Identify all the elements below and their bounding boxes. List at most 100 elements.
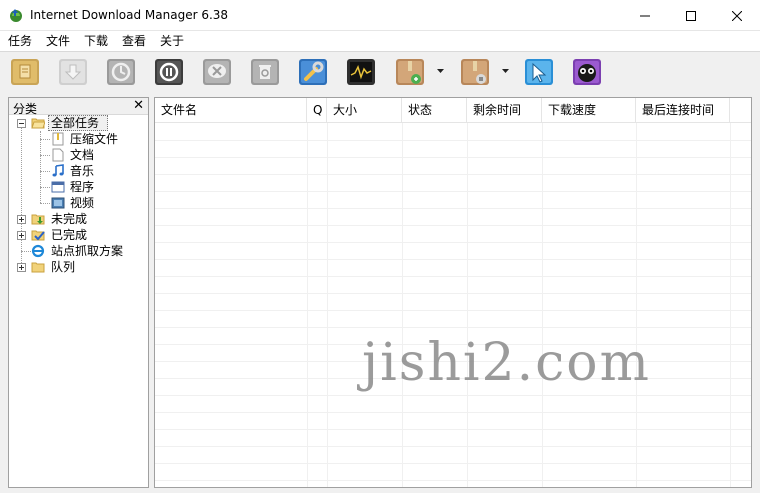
- watermark-text: jishi2.com: [362, 333, 651, 393]
- grid-line: [467, 123, 468, 487]
- grid-line: [155, 327, 751, 328]
- tree-item-music[interactable]: 音乐: [9, 163, 148, 179]
- column-last-connection[interactable]: 最后连接时间: [636, 98, 730, 123]
- tell-friend-button[interactable]: [571, 55, 603, 87]
- resume-icon: [59, 59, 87, 85]
- window-title: Internet Download Manager 6.38: [30, 8, 229, 22]
- column-filename[interactable]: 文件名: [155, 98, 307, 123]
- maximize-button[interactable]: [668, 0, 714, 31]
- stop-queue-dropdown-icon[interactable]: [502, 69, 509, 74]
- options-icon: [299, 59, 327, 85]
- delete-completed-icon: [251, 59, 279, 85]
- close-button[interactable]: [714, 0, 760, 31]
- tree-item-queues[interactable]: 队列: [9, 259, 148, 275]
- stop-icon: [107, 59, 135, 85]
- resume-button[interactable]: [57, 55, 89, 87]
- document-icon: [51, 148, 65, 162]
- expand-toggle[interactable]: [17, 231, 26, 240]
- column-size[interactable]: 大小: [327, 98, 402, 123]
- tree-label-documents: 文档: [70, 148, 95, 162]
- grid-line: [155, 480, 751, 481]
- grid-line: [155, 174, 751, 175]
- grid-line: [155, 463, 751, 464]
- grabber-button[interactable]: [523, 55, 555, 87]
- grid-line: [155, 310, 751, 311]
- delete-button[interactable]: [201, 55, 233, 87]
- minimize-button[interactable]: [622, 0, 668, 31]
- tree-item-all[interactable]: 全部任务: [9, 115, 148, 131]
- tell-friend-icon: [573, 59, 601, 85]
- close-icon: [732, 10, 742, 21]
- finished-folder-icon: [31, 228, 45, 242]
- grid-line: [636, 123, 637, 487]
- stop-button[interactable]: [105, 55, 137, 87]
- menu-about[interactable]: 关于: [160, 33, 184, 50]
- stop-all-button[interactable]: [153, 55, 185, 87]
- grid-line: [155, 412, 751, 413]
- open-folder-icon: [31, 116, 46, 130]
- grid-line: [542, 123, 543, 487]
- maximize-icon: [686, 10, 696, 21]
- grid-line: [155, 191, 751, 192]
- menu-bar: 任务 文件 下载 查看 关于: [0, 31, 760, 52]
- scheduler-button[interactable]: [345, 55, 377, 87]
- program-window-icon: [51, 180, 65, 194]
- menu-view[interactable]: 查看: [122, 33, 146, 50]
- stop-queue-button[interactable]: [459, 55, 491, 87]
- collapse-toggle[interactable]: [17, 119, 26, 128]
- column-speed[interactable]: 下载速度: [542, 98, 636, 123]
- video-icon: [51, 196, 65, 210]
- column-status[interactable]: 状态: [402, 98, 467, 123]
- tree-item-video[interactable]: 视频: [9, 195, 148, 211]
- tree-label-video: 视频: [70, 196, 95, 210]
- music-icon: [51, 164, 65, 178]
- tree-item-programs[interactable]: 程序: [9, 179, 148, 195]
- category-tree: 全部任务 压缩文件 文档 音乐 程序 视频 未完成 已完成 站点抓取方案 队列: [9, 115, 148, 485]
- grid-line: [307, 123, 308, 487]
- tree-label-all: 全部任务: [51, 116, 100, 130]
- start-queue-button[interactable]: [394, 55, 426, 87]
- tree-label-queues: 队列: [51, 260, 76, 274]
- start-queue-dropdown-icon[interactable]: [437, 69, 444, 74]
- expand-toggle[interactable]: [17, 263, 26, 272]
- menu-file[interactable]: 文件: [46, 33, 70, 50]
- tree-label-programs: 程序: [70, 180, 95, 194]
- grid-line: [155, 446, 751, 447]
- grid-line: [155, 225, 751, 226]
- list-header: 文件名 Q 大小 状态 剩余时间 下载速度 最后连接时间: [155, 98, 751, 123]
- toolbar: [0, 52, 760, 93]
- grabber-icon: [525, 59, 553, 85]
- tree-item-compressed[interactable]: 压缩文件: [9, 131, 148, 147]
- tree-label-music: 音乐: [70, 164, 95, 178]
- tree-label-grabber-projects: 站点抓取方案: [51, 244, 124, 258]
- column-time-left[interactable]: 剩余时间: [467, 98, 542, 123]
- tree-item-unfinished[interactable]: 未完成: [9, 211, 148, 227]
- idm-logo-icon: [8, 7, 24, 23]
- delete-completed-button[interactable]: [249, 55, 281, 87]
- grid-line: [155, 395, 751, 396]
- add-url-button[interactable]: [9, 55, 41, 87]
- start-queue-icon: [396, 59, 424, 85]
- column-queue[interactable]: Q: [307, 98, 327, 123]
- unfinished-folder-icon: [31, 212, 45, 226]
- grid-line: [402, 123, 403, 487]
- scheduler-icon: [347, 59, 375, 85]
- download-list[interactable]: 文件名 Q 大小 状态 剩余时间 下载速度 最后连接时间: [154, 97, 752, 488]
- categories-close-button[interactable]: ✕: [133, 99, 144, 113]
- title-bar: Internet Download Manager 6.38: [0, 0, 760, 31]
- tree-item-grabber-projects[interactable]: 站点抓取方案: [9, 243, 148, 259]
- zip-file-icon: [51, 132, 65, 146]
- menu-downloads[interactable]: 下载: [84, 33, 108, 50]
- grid-line: [730, 123, 731, 487]
- stop-queue-icon: [461, 59, 489, 85]
- tree-item-documents[interactable]: 文档: [9, 147, 148, 163]
- grid-line: [155, 208, 751, 209]
- grid-line: [155, 429, 751, 430]
- expand-toggle[interactable]: [17, 215, 26, 224]
- tree-item-finished[interactable]: 已完成: [9, 227, 148, 243]
- menu-tasks[interactable]: 任务: [8, 33, 32, 50]
- tree-label-finished: 已完成: [51, 228, 88, 242]
- categories-header: 分类 ✕: [9, 98, 148, 116]
- options-button[interactable]: [297, 55, 329, 87]
- stop-all-icon: [155, 59, 183, 85]
